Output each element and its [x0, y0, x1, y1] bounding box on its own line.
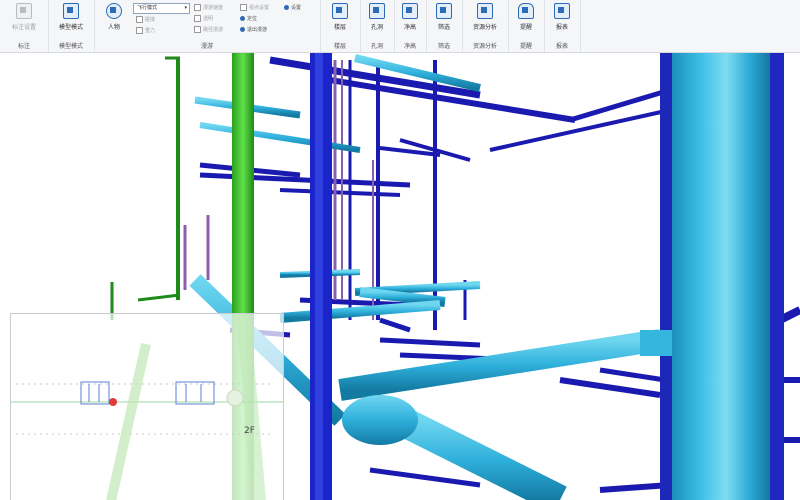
table-icon: [554, 3, 570, 19]
group-holes: 孔洞 孔洞: [360, 0, 395, 52]
riser-connector: [640, 330, 672, 356]
bell-icon: [518, 3, 534, 19]
floor-indicator: 2F: [244, 426, 255, 436]
current-position-marker: [109, 398, 117, 406]
location-pin-icon: [240, 16, 245, 21]
checkbox-icon: [136, 16, 143, 23]
reminder-button[interactable]: 提醒: [512, 3, 540, 31]
checkbox-icon: [136, 27, 143, 34]
person-button[interactable]: 人物: [100, 3, 128, 31]
chart-icon: [477, 3, 493, 19]
path-walk-option[interactable]: 路径漫游: [194, 26, 223, 33]
filter-icon: [436, 3, 452, 19]
floor-icon: [332, 3, 348, 19]
holes-button[interactable]: 孔洞: [363, 3, 391, 31]
group-model-mode: 模型模式 模型模式: [48, 0, 95, 52]
viewpoint-icon: [240, 4, 247, 11]
filter-button[interactable]: 筛选: [430, 3, 458, 31]
height-icon: [402, 3, 418, 19]
chevron-down-icon: ▾: [184, 5, 187, 11]
locate-option[interactable]: 定位: [240, 15, 257, 22]
model-icon: [63, 3, 79, 19]
exit-icon: [240, 27, 245, 32]
collision-checkbox[interactable]: 碰撞: [136, 16, 155, 23]
transparent-option[interactable]: 透明: [194, 15, 213, 22]
speed-icon: [194, 4, 201, 11]
pipe-elbow: [342, 395, 418, 445]
bim-3d-viewport[interactable]: 2F: [0, 53, 800, 500]
exit-walk-option[interactable]: 退出漫游: [240, 26, 267, 33]
group-reminder: 提醒 提醒: [508, 0, 545, 52]
person-icon: [106, 3, 122, 19]
hole-icon: [369, 3, 385, 19]
annotation-icon: [16, 3, 32, 19]
annotation-settings-button[interactable]: 标注设置: [10, 3, 38, 31]
report-button[interactable]: 报表: [548, 3, 576, 31]
ribbon-toolbar: 标注设置 标注 模型模式 模型模式 人物 飞行模式 ▾ 碰撞 重力 漫游速度 透明…: [0, 0, 800, 53]
group-annotation: 标注设置 标注: [0, 0, 49, 52]
viewpoint-settings-option[interactable]: 视点设置: [240, 4, 269, 11]
floor-minimap[interactable]: [10, 313, 284, 500]
floor-button[interactable]: 楼层: [326, 3, 354, 31]
transparent-icon: [194, 15, 201, 22]
walk-mode-select[interactable]: 飞行模式 ▾: [133, 3, 190, 14]
group-report: 报表 报表: [544, 0, 581, 52]
group-walk: 人物 飞行模式 ▾ 碰撞 重力 漫游速度 透明 路径漫游 视点设置 定位 退出漫游…: [94, 0, 321, 52]
path-icon: [194, 26, 201, 33]
gravity-checkbox[interactable]: 重力: [136, 27, 155, 34]
minimap-drawing: [11, 313, 283, 500]
group-filter: 筛选 筛选: [426, 0, 463, 52]
walk-speed-option[interactable]: 漫游速度: [194, 4, 223, 11]
model-mode-button[interactable]: 模型模式: [57, 3, 85, 31]
group-floor: 楼层 楼层: [320, 0, 361, 52]
group-resource-analysis: 资源分析 资源分析: [462, 0, 509, 52]
group-clear-height: 净高 净高: [394, 0, 427, 52]
main-cyan-riser: [672, 53, 770, 500]
resource-analysis-button[interactable]: 资源分析: [471, 3, 499, 31]
gear-icon: [284, 5, 289, 10]
settings-option[interactable]: 设置: [284, 4, 301, 11]
clear-height-button[interactable]: 净高: [396, 3, 424, 31]
